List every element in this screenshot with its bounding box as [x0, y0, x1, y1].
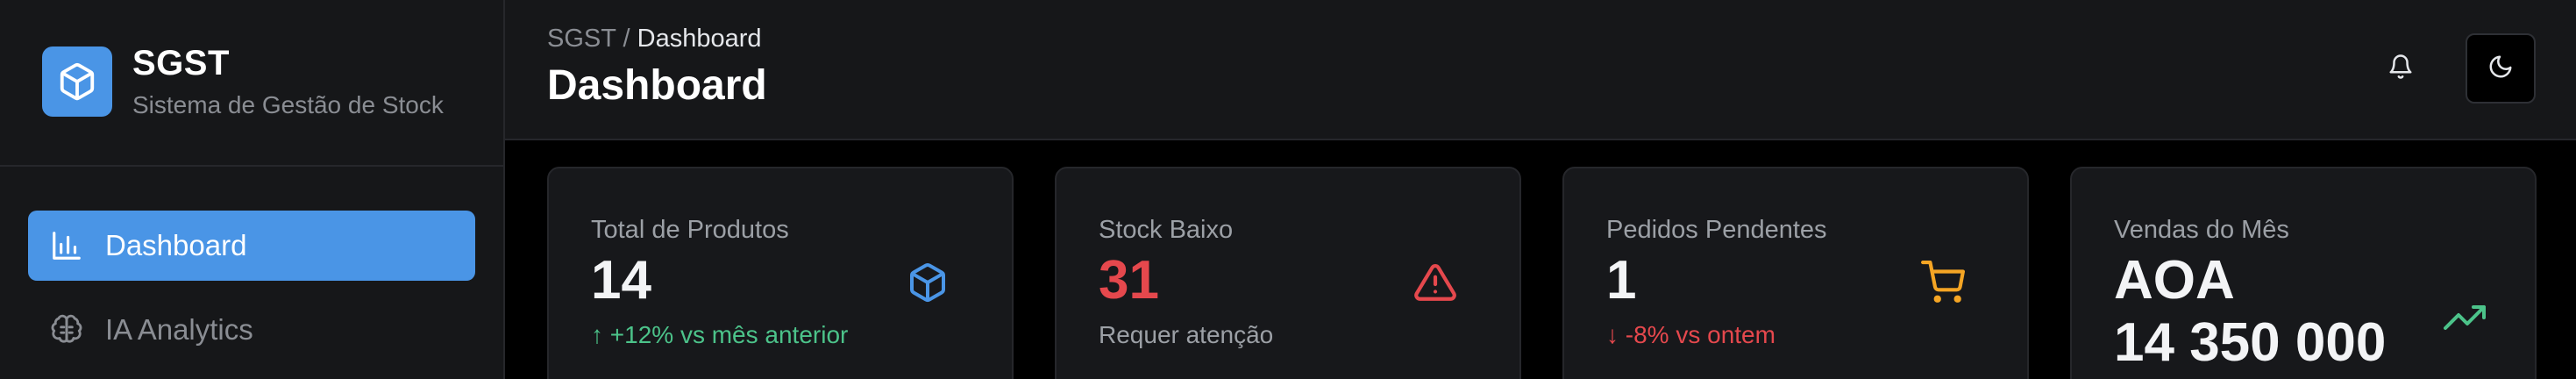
sidebar-item-label: Dashboard [105, 229, 247, 261]
stat-trend-text: -8% vs ontem [1625, 321, 1775, 348]
stat-card-vendas-mes: Vendas do Mês AOA 14 350 000 [2070, 167, 2537, 379]
stat-trend: ↑ +12% vs mês anterior [591, 321, 848, 349]
breadcrumb-root[interactable]: SGST [547, 25, 616, 53]
stat-card-pedidos-pendentes: Pedidos Pendentes 1 ↓ -8% vs ontem [1562, 167, 2029, 379]
arrow-up-icon: ↑ [591, 321, 603, 348]
package-cube-icon [42, 46, 112, 117]
stat-note: Requer atenção [1099, 321, 1274, 348]
stat-label: Total de Produtos [591, 216, 789, 244]
sidebar-item-ia-analytics[interactable]: IA Analytics [28, 295, 475, 365]
stat-value: 14 [591, 250, 651, 311]
brand-subtitle: Sistema de Gestão de Stock [132, 91, 444, 118]
package-cube-icon [903, 258, 952, 307]
stat-label: Vendas do Mês [2114, 216, 2289, 244]
brand-header: SGST Sistema de Gestão de Stock [0, 0, 503, 167]
stat-value: 1 [1606, 250, 1637, 311]
stat-value-currency: AOA [2114, 250, 2235, 311]
page-title: Dashboard [547, 62, 767, 109]
bell-icon [2387, 54, 2414, 84]
sidebar-item-dashboard[interactable]: Dashboard [28, 211, 475, 281]
arrow-down-icon: ↓ [1606, 321, 1619, 348]
stat-card-total-produtos: Total de Produtos 14 ↑ +12% vs mês anter… [547, 167, 1014, 379]
stat-trend: ↓ -8% vs ontem [1606, 321, 1775, 349]
stat-value-amount: 14 350 000 [2114, 312, 2387, 374]
stat-card-stock-baixo: Stock Baixo 31 Requer atenção [1055, 167, 1521, 379]
breadcrumb-current: Dashboard [637, 25, 762, 53]
moon-icon [2487, 54, 2514, 84]
sidebar-item-label: IA Analytics [105, 313, 253, 346]
brand-title: SGST [132, 44, 230, 82]
trending-up-icon [2440, 293, 2489, 342]
warning-triangle-icon [1411, 258, 1460, 307]
theme-toggle-button[interactable] [2466, 33, 2536, 104]
notifications-button[interactable] [2378, 46, 2423, 91]
breadcrumb: SGST / Dashboard [547, 25, 762, 54]
shopping-cart-icon [1918, 258, 1968, 307]
stat-trend-text: +12% vs mês anterior [609, 321, 849, 348]
stat-label: Stock Baixo [1099, 216, 1234, 244]
stat-value: 31 [1099, 250, 1159, 311]
bar-chart-icon [49, 228, 84, 263]
stat-label: Pedidos Pendentes [1606, 216, 1827, 244]
stat-value: AOA 14 350 000 [2114, 249, 2386, 375]
sidebar: SGST Sistema de Gestão de Stock Dashboar… [0, 0, 505, 379]
breadcrumb-separator: / [623, 25, 630, 53]
brain-icon [49, 312, 84, 347]
top-header: SGST / Dashboard Dashboard [505, 0, 2576, 140]
